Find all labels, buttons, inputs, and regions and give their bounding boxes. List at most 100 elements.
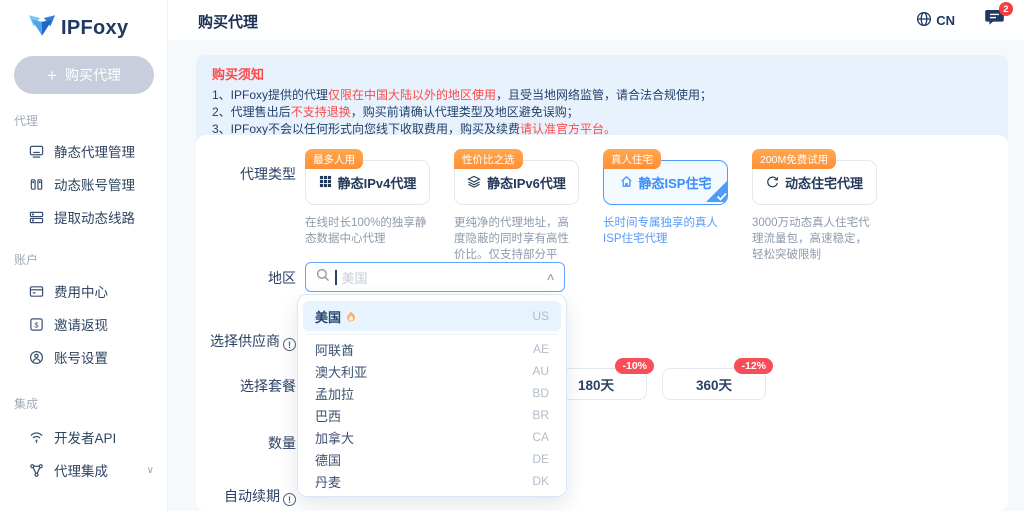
dropdown-item-dk[interactable]: 丹麦 DK — [303, 470, 561, 492]
sidebar-item-label: 开发者API — [54, 427, 116, 447]
country-name: 丹麦 — [315, 472, 341, 491]
layers-icon — [467, 175, 481, 191]
discount-badge: -10% — [615, 358, 654, 374]
country-code: BD — [532, 386, 549, 400]
package-label-text: 360天 — [696, 374, 732, 394]
buy-proxy-page: IPFoxy + 购买代理 代理 静态代理管理 动态账号管理 提取动态线路 账户 — [0, 0, 1024, 511]
header: 购买代理 CN 2 — [168, 0, 1024, 40]
region-select[interactable]: 美国 ∧ — [305, 262, 565, 292]
grid-icon — [319, 175, 332, 191]
package-360-days[interactable]: 360天 -12% — [662, 368, 766, 400]
sidebar-item-account-settings[interactable]: 账号设置 — [28, 347, 154, 367]
country-name: 阿联酋 — [315, 340, 354, 359]
country-name: 澳大利亚 — [315, 362, 367, 381]
country-code: AU — [532, 364, 549, 378]
sidebar-item-label: 代理集成 — [54, 460, 108, 480]
billing-icon — [28, 284, 44, 299]
notice-line-1: 1、IPFoxy提供的代理仅限在中国大陆以外的地区使用，且受当地网络监管，请合法… — [212, 87, 992, 104]
quantity-label: 数量 — [196, 433, 296, 453]
country-code: CA — [532, 430, 549, 444]
sidebar-item-billing[interactable]: 费用中心 — [28, 281, 154, 301]
chevron-up-icon[interactable]: ∧ — [545, 272, 555, 283]
monitor-icon — [28, 144, 44, 159]
dropdown-item-ae[interactable]: 阿联酋 AE — [303, 338, 561, 360]
sidebar-section-account: 账户 — [14, 251, 38, 268]
api-icon — [28, 430, 44, 445]
sidebar-section-integration: 集成 — [14, 395, 38, 412]
proxy-type-title: 静态IPv4代理 — [338, 173, 417, 192]
accounts-icon — [28, 177, 44, 192]
sidebar-item-dynamic-accounts[interactable]: 动态账号管理 — [28, 174, 154, 194]
dropdown-item-bd[interactable]: 孟加拉 BD — [303, 382, 561, 404]
language-label: CN — [936, 13, 955, 28]
hot-flame-icon — [346, 311, 356, 322]
proxy-type-title: 动态住宅代理 — [785, 173, 863, 192]
badge-real-residential: 真人住宅 — [603, 149, 661, 169]
divider — [305, 334, 559, 335]
refresh-icon — [766, 175, 779, 191]
sidebar-item-label: 静态代理管理 — [54, 141, 135, 161]
brand-name: IPFoxy — [61, 17, 128, 40]
package-options: 180天 -10% 360天 -12% — [545, 368, 766, 400]
sidebar-item-label: 账号设置 — [54, 347, 108, 367]
sidebar-item-label: 邀请返现 — [54, 314, 108, 334]
sidebar-item-label: 提取动态线路 — [54, 207, 135, 227]
fox-logo-icon — [28, 13, 56, 43]
sidebar-item-proxy-integration[interactable]: 代理集成 ∨ — [28, 460, 154, 480]
proxy-type-isp[interactable]: 真人住宅 静态ISP住宅 长时间专属独享的真人ISP住宅代理 — [603, 160, 728, 279]
sidebar: IPFoxy + 购买代理 代理 静态代理管理 动态账号管理 提取动态线路 账户 — [0, 0, 168, 511]
sidebar-item-static-proxy[interactable]: 静态代理管理 — [28, 141, 154, 161]
sidebar-section-proxy: 代理 — [14, 112, 38, 129]
info-icon[interactable]: ! — [283, 493, 296, 506]
auto-renew-label: 自动续期! — [196, 486, 296, 506]
dropdown-item-de[interactable]: 德国 DE — [303, 448, 561, 470]
buy-proxy-button-label: 购买代理 — [65, 65, 121, 85]
country-name: 巴西 — [315, 406, 341, 425]
header-actions: CN 2 — [916, 9, 1004, 31]
info-icon[interactable]: ! — [283, 338, 296, 351]
purchase-notice: 购买须知 1、IPFoxy提供的代理仅限在中国大陆以外的地区使用，且受当地网络监… — [196, 55, 1008, 146]
home-icon — [620, 175, 633, 191]
country-name: 德国 — [315, 450, 341, 469]
messages-badge: 2 — [999, 2, 1013, 16]
sidebar-item-extract-lines[interactable]: 提取动态线路 — [28, 207, 154, 227]
sidebar-item-cashback[interactable]: $ 邀请返现 — [28, 314, 154, 334]
country-code: BR — [532, 408, 549, 422]
country-code: DK — [532, 474, 549, 488]
server-icon — [28, 210, 44, 225]
proxy-type-title: 静态IPv6代理 — [487, 173, 566, 192]
globe-icon — [916, 11, 932, 30]
plus-icon: + — [47, 67, 57, 84]
chat-icon — [985, 13, 1004, 30]
country-code: AE — [533, 342, 549, 356]
dropdown-item-ca[interactable]: 加拿大CA — [303, 426, 561, 448]
page-title: 购买代理 — [198, 11, 258, 32]
badge-free-trial: 200M免费试用 — [752, 149, 836, 169]
sidebar-item-developer-api[interactable]: 开发者API — [28, 427, 154, 447]
country-name: 孟加拉 — [315, 384, 354, 403]
discount-badge: -12% — [734, 358, 773, 374]
country-name: 美国 — [315, 307, 341, 326]
notice-line-2: 2、代理售出后不支持退换，购买前请确认代理类型及地区避免误购； — [212, 104, 992, 121]
region-dropdown: 美国 US 阿联酋 AE 澳大利亚 AU 孟加拉 BD 巴西 BR 加拿大CA 德国 DE… — [297, 294, 567, 497]
language-switcher[interactable]: CN — [916, 11, 955, 30]
chevron-down-icon: ∨ — [147, 465, 154, 476]
proxy-type-label: 代理类型 — [196, 164, 296, 184]
proxy-type-dynamic[interactable]: 200M免费试用 动态住宅代理 3000万动态真人住宅代理流量包，高速稳定，轻松… — [752, 160, 877, 279]
region-select-placeholder: 美国 — [342, 268, 542, 287]
svg-text:$: $ — [34, 320, 39, 329]
notice-title: 购买须知 — [212, 64, 992, 83]
account-settings-icon — [28, 350, 44, 365]
messages-button[interactable]: 2 — [985, 9, 1004, 31]
dropdown-item-au[interactable]: 澳大利亚 AU — [303, 360, 561, 382]
supplier-label: 选择供应商! — [196, 331, 296, 351]
buy-proxy-button[interactable]: + 购买代理 — [14, 56, 154, 94]
dropdown-item-us[interactable]: 美国 US — [303, 301, 561, 331]
search-icon — [316, 268, 330, 287]
proxy-type-title: 静态ISP住宅 — [639, 173, 712, 192]
country-code: DE — [532, 452, 549, 466]
dropdown-item-br[interactable]: 巴西 BR — [303, 404, 561, 426]
integration-icon — [28, 463, 44, 478]
badge-best-value: 性价比之选 — [454, 149, 523, 169]
brand-logo[interactable]: IPFoxy — [28, 13, 128, 43]
